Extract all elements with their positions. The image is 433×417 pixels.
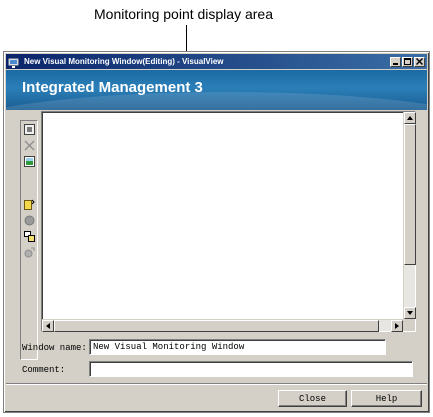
close-icon	[416, 58, 423, 65]
scroll-left-button[interactable]	[42, 320, 54, 332]
close-window-button[interactable]	[414, 56, 425, 67]
window-name-label: Window name:	[22, 343, 87, 353]
delete-button[interactable]	[23, 139, 36, 152]
help-button[interactable]: Help	[351, 390, 422, 407]
arrow-down-icon	[407, 311, 413, 315]
arrow-left-icon	[46, 323, 50, 329]
window-name-field[interactable]: New Visual Monitoring Window	[89, 339, 386, 355]
visual-monitoring-window: New Visual Monitoring Window(Editing) - …	[3, 51, 430, 413]
add-unavailable-button[interactable]	[23, 246, 36, 259]
scroll-right-button[interactable]	[391, 320, 403, 332]
arrow-right-icon	[395, 323, 399, 329]
maximize-button[interactable]	[402, 56, 413, 67]
scroll-corner	[403, 319, 415, 331]
scroll-up-button[interactable]	[404, 112, 416, 124]
banner-title: Integrated Management 3	[22, 79, 203, 96]
add-label-icon	[24, 231, 35, 242]
add-monitoring-point-icon	[24, 199, 35, 210]
minimize-button[interactable]	[390, 56, 401, 67]
background-button[interactable]	[23, 155, 36, 168]
maximize-icon	[404, 58, 411, 65]
title-bar[interactable]: New Visual Monitoring Window(Editing) - …	[6, 54, 427, 69]
button-separator	[6, 383, 427, 385]
scroll-down-button[interactable]	[404, 307, 416, 319]
edit-toolbar	[20, 120, 38, 360]
background-icon	[24, 156, 35, 167]
close-button[interactable]: Close	[278, 390, 347, 407]
horizontal-scrollbar[interactable]	[42, 319, 403, 332]
add-image-icon	[24, 215, 35, 226]
delete-icon	[24, 140, 35, 151]
properties-icon	[24, 124, 35, 135]
window-title: New Visual Monitoring Window(Editing) - …	[24, 57, 224, 66]
vertical-scrollbar[interactable]	[403, 112, 416, 319]
vertical-scroll-thumb[interactable]	[404, 124, 416, 265]
minimize-icon	[393, 63, 398, 65]
add-label-button[interactable]	[23, 230, 36, 243]
product-banner: Integrated Management 3	[6, 70, 427, 110]
app-icon	[8, 56, 20, 68]
comment-field[interactable]	[89, 361, 413, 377]
add-unavailable-icon	[24, 247, 35, 258]
add-monitoring-point-button[interactable]	[23, 198, 36, 211]
horizontal-scroll-thumb[interactable]	[54, 320, 379, 332]
monitoring-point-display-area[interactable]	[41, 111, 416, 332]
arrow-up-icon	[407, 116, 413, 120]
add-image-button[interactable]	[23, 214, 36, 227]
properties-button[interactable]	[23, 123, 36, 136]
callout-label: Monitoring point display area	[94, 6, 273, 22]
comment-label: Comment:	[22, 365, 66, 375]
